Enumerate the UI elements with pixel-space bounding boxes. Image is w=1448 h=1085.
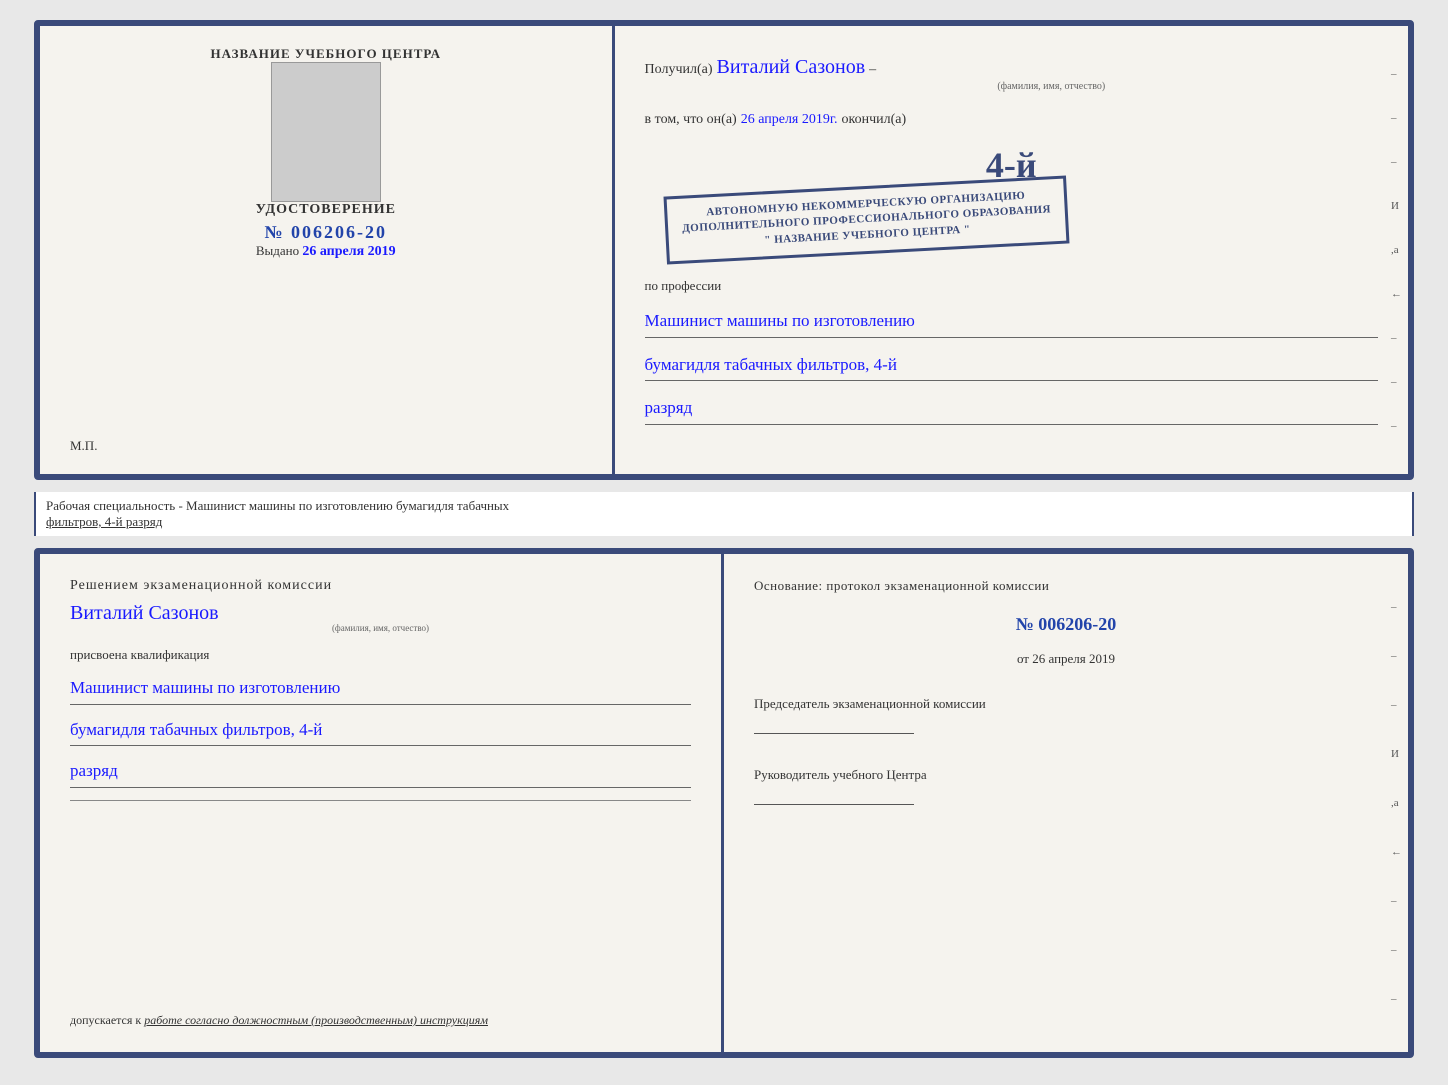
rukovoditel-signature-line <box>754 804 914 805</box>
rukovoditel-block: Руководитель учебного Центра <box>754 766 1378 805</box>
protocol-number-value: № 006206-20 <box>1016 614 1117 634</box>
dopuskaetsya-italic: работе согласно должностным (производств… <box>144 1013 488 1027</box>
middle-label-underline: фильтров, 4-й разряд <box>46 514 162 529</box>
udostoverenie-block: УДОСТОВЕРЕНИЕ № 006206-20 <box>256 202 396 243</box>
right-dashes-bottom: – – – И ,а ← – – – <box>1391 554 1402 1052</box>
org-name-label: НАЗВАНИЕ УЧЕБНОГО ЦЕНТРА <box>211 46 442 62</box>
fio-sub-bottom: (фамилия, имя, отчество) <box>70 623 691 633</box>
right-dashes-top: – – – И ,а ← – – – <box>1391 26 1402 474</box>
vydano-date: 26 апреля 2019 <box>302 244 395 259</box>
cert-bottom-left: Решением экзаменационной комиссии Витали… <box>40 554 724 1052</box>
fio-handwritten-bottom: Виталий Сазонов <box>70 602 691 625</box>
prisvoena-label: присвоена квалификация <box>70 647 691 663</box>
qualification-line3: разряд <box>70 756 691 788</box>
cert-bottom-right: Основание: протокол экзаменационной коми… <box>724 554 1408 1052</box>
predsedatel-block: Председатель экзаменационной комиссии <box>754 695 1378 734</box>
udostoverenie-title: УДОСТОВЕРЕНИЕ <box>256 202 396 218</box>
vtom-line: в том, что он(а) 26 апреля 2019г. окончи… <box>645 112 1378 128</box>
profession-line1: Машинист машины по изготовлению <box>645 306 1378 338</box>
vydano-label: Выдано <box>256 243 299 258</box>
bottom-hr <box>70 800 691 801</box>
ot-date-value: 26 апреля 2019 <box>1032 651 1115 666</box>
rukovoditel-label: Руководитель учебного Центра <box>754 766 1378 784</box>
osnovaniye-label: Основание: протокол экзаменационной коми… <box>754 578 1378 594</box>
middle-label-text: Рабочая специальность - Машинист машины … <box>46 498 509 513</box>
vtom-date: 26 апреля 2019г. <box>741 112 838 128</box>
profession-line2: бумагидля табачных фильтров, 4-й <box>645 350 1378 382</box>
dash-top: – <box>869 62 876 78</box>
bottom-certificate: Решением экзаменационной комиссии Витали… <box>34 548 1414 1058</box>
dopuskaetsya-block: допускается к работе согласно должностны… <box>70 1013 691 1028</box>
stamp-rect: АВТОНОМНУЮ НЕКОММЕРЧЕСКУЮ ОРГАНИЗАЦИЮ ДО… <box>663 175 1069 264</box>
fio-handwritten-top: Виталий Сазонов <box>717 56 866 79</box>
fio-name-block-bottom: Виталий Сазонов (фамилия, имя, отчество) <box>70 602 691 633</box>
predsedatel-label: Председатель экзаменационной комиссии <box>754 695 1378 713</box>
middle-label: Рабочая специальность - Машинист машины … <box>34 492 1414 536</box>
stamp-block: 4-й АВТОНОМНУЮ НЕКОММЕРЧЕСКУЮ ОРГАНИЗАЦИ… <box>645 144 1378 254</box>
vtom-label: в том, что он(а) <box>645 112 737 128</box>
cert-number-top: № 006206-20 <box>256 222 396 243</box>
ot-label: от <box>1017 651 1029 666</box>
predsedatel-signature-line <box>754 733 914 734</box>
protocol-number: № 006206-20 <box>754 614 1378 635</box>
poluchil-label: Получил(а) <box>645 62 713 78</box>
mp-label: М.П. <box>70 438 97 454</box>
okonchil-label: окончил(а) <box>842 112 907 128</box>
poluchil-line: Получил(а) Виталий Сазонов – <box>645 56 1378 79</box>
cert-top-left: НАЗВАНИЕ УЧЕБНОГО ЦЕНТРА УДОСТОВЕРЕНИЕ №… <box>40 26 615 474</box>
top-certificate: НАЗВАНИЕ УЧЕБНОГО ЦЕНТРА УДОСТОВЕРЕНИЕ №… <box>34 20 1414 480</box>
po-professii-label: по профессии <box>645 278 1378 294</box>
qualification-line2: бумагидля табачных фильтров, 4-й <box>70 715 691 747</box>
dopuskaetsya-label: допускается к <box>70 1013 141 1027</box>
profession-line3: разряд <box>645 393 1378 425</box>
ot-date-block: от 26 апреля 2019 <box>754 651 1378 667</box>
cert-top-right: Получил(а) Виталий Сазонов – (фамилия, и… <box>615 26 1408 474</box>
qualification-line1: Машинист машины по изготовлению <box>70 673 691 705</box>
photo-placeholder <box>271 62 381 202</box>
resheniem-label: Решением экзаменационной комиссии <box>70 578 691 594</box>
vydano-block: Выдано 26 апреля 2019 <box>256 243 396 260</box>
fio-sub-top: (фамилия, имя, отчество) <box>725 81 1378 92</box>
